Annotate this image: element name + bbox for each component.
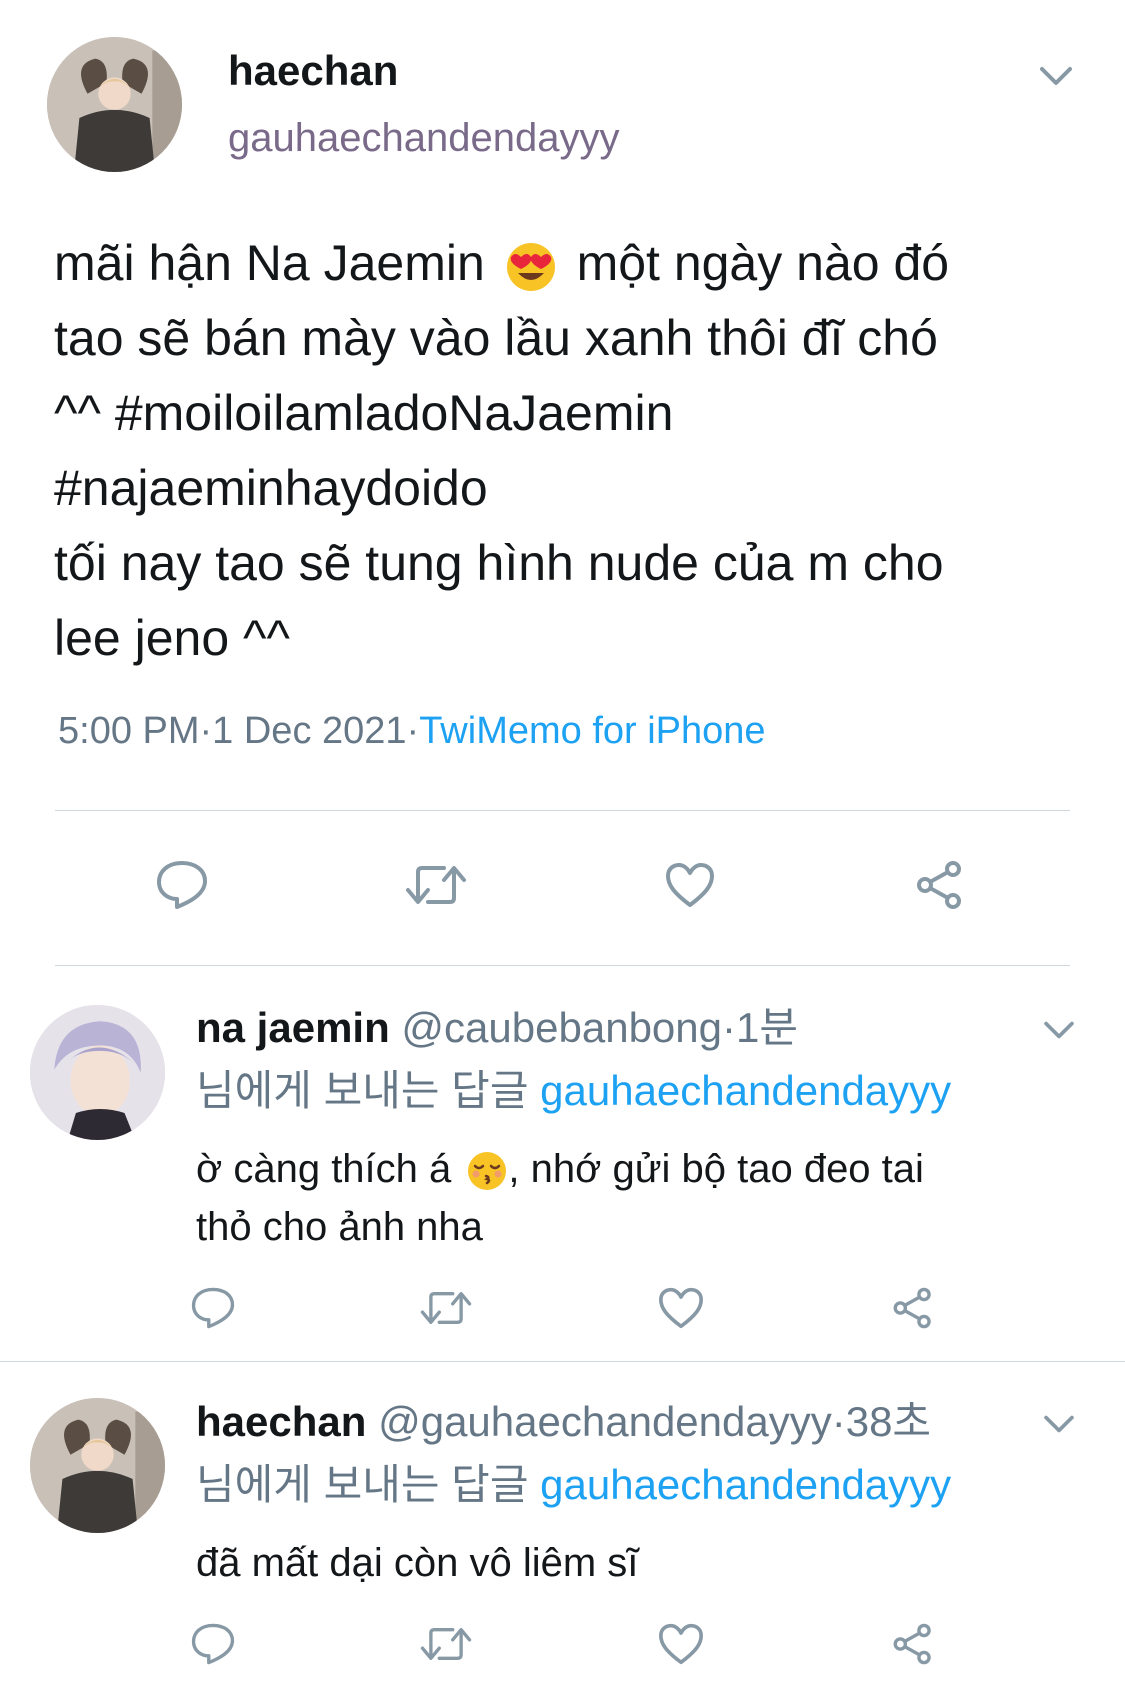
replying-to: 님에게 보내는 답글 gauhaechandendayyy xyxy=(196,1066,951,1116)
kissing-closed-eyes-emoji-icon xyxy=(466,1150,508,1192)
tweet-text-line: tối nay tao sẽ tung hình nude của m cho xyxy=(54,535,944,591)
reply-text: ờ càng thích á , nhớ gửi bộ tao đeo tai … xyxy=(196,1140,1076,1256)
like-button[interactable] xyxy=(660,855,720,915)
reply-text-segment: , nhớ gửi bộ tao đeo tai xyxy=(508,1147,924,1191)
main-tweet-avatar[interactable] xyxy=(47,37,182,172)
heart-eyes-emoji-icon xyxy=(505,241,557,293)
reply-display-name[interactable]: haechan xyxy=(196,1398,366,1445)
reply-button[interactable] xyxy=(150,855,214,915)
tweet-timestamp[interactable]: 5:00 PM·1 Dec 2021· xyxy=(58,710,419,752)
heart-icon xyxy=(658,1287,703,1329)
chevron-down-icon[interactable] xyxy=(1042,1018,1076,1042)
speech-bubble-icon xyxy=(191,1287,235,1329)
retweet-button[interactable] xyxy=(400,855,472,915)
share-button[interactable] xyxy=(886,1282,940,1334)
speech-bubble-icon xyxy=(191,1623,235,1665)
speech-bubble-icon xyxy=(157,861,207,909)
reply-text-line: đã mất dại còn vô liêm sĩ xyxy=(196,1541,639,1585)
reply-header: na jaemin @caubebanbong·1분 xyxy=(196,1003,798,1053)
like-button[interactable] xyxy=(654,1618,708,1670)
divider xyxy=(55,965,1070,966)
heart-icon xyxy=(666,863,714,907)
tweet-text-line: ^^ #moiloilamladoNaJaemin xyxy=(54,385,674,441)
reply-header: haechan @gauhaechandendayyy·38초 xyxy=(196,1397,931,1447)
replying-to-link[interactable]: gauhaechandendayyy xyxy=(540,1067,951,1114)
reply-button[interactable] xyxy=(186,1282,240,1334)
reply-avatar[interactable] xyxy=(30,1398,165,1533)
reply-avatar[interactable] xyxy=(30,1005,165,1140)
retweet-icon xyxy=(420,1292,472,1324)
replying-to-label: 님에게 보내는 답글 xyxy=(196,1461,529,1508)
retweet-button[interactable] xyxy=(416,1618,476,1670)
share-button[interactable] xyxy=(886,1618,940,1670)
retweet-icon xyxy=(406,866,466,904)
tweet-text-line: mãi hận Na Jaemin một ngày nào đó xyxy=(54,226,1084,301)
tweet-text-segment: mãi hận Na Jaemin xyxy=(54,235,485,291)
retweet-icon xyxy=(420,1628,472,1660)
tweet-text-line: lee jeno ^^ xyxy=(54,610,290,666)
reply-text-segment: ờ càng thích á xyxy=(196,1147,452,1191)
tweet-source-link[interactable]: TwiMemo for iPhone xyxy=(419,710,765,752)
reply-text-line: ờ càng thích á , nhớ gửi bộ tao đeo tai xyxy=(196,1140,1076,1198)
tweet-text-segment: một ngày nào đó xyxy=(576,235,950,291)
replying-to-label: 님에게 보내는 답글 xyxy=(196,1067,529,1114)
divider xyxy=(55,810,1070,811)
main-tweet-handle[interactable]: gauhaechandendayyy xyxy=(228,114,619,162)
share-icon xyxy=(893,1287,931,1329)
tweet-text-line: tao sẽ bán mày vào lầu xanh thôi đĩ chó xyxy=(54,310,938,366)
reply-button[interactable] xyxy=(186,1618,240,1670)
like-button[interactable] xyxy=(654,1282,708,1334)
reply-text: đã mất dại còn vô liêm sĩ xyxy=(196,1534,1076,1592)
replying-to-link[interactable]: gauhaechandendayyy xyxy=(540,1461,951,1508)
reply-display-name[interactable]: na jaemin xyxy=(196,1004,390,1051)
replying-to: 님에게 보내는 답글 gauhaechandendayyy xyxy=(196,1460,951,1510)
chevron-down-icon[interactable] xyxy=(1042,1412,1076,1436)
main-tweet-display-name[interactable]: haechan xyxy=(228,46,398,96)
reply-text-line: thỏ cho ảnh nha xyxy=(196,1205,483,1249)
heart-icon xyxy=(658,1623,703,1665)
main-tweet-text: mãi hận Na Jaemin một ngày nào đó tao sẽ… xyxy=(54,226,1084,676)
chevron-down-icon[interactable] xyxy=(1038,63,1074,89)
divider xyxy=(0,1361,1125,1362)
share-button[interactable] xyxy=(908,855,972,915)
tweet-text-line: #najaeminhaydoido xyxy=(54,460,488,516)
tweet-meta: 5:00 PM·1 Dec 2021·TwiMemo for iPhone xyxy=(58,708,766,754)
reply-handle-time[interactable]: @caubebanbong·1분 xyxy=(401,1004,798,1051)
share-icon xyxy=(917,861,961,909)
share-icon xyxy=(893,1623,931,1665)
reply-handle-time[interactable]: @gauhaechandendayyy·38초 xyxy=(378,1398,931,1445)
retweet-button[interactable] xyxy=(416,1282,476,1334)
